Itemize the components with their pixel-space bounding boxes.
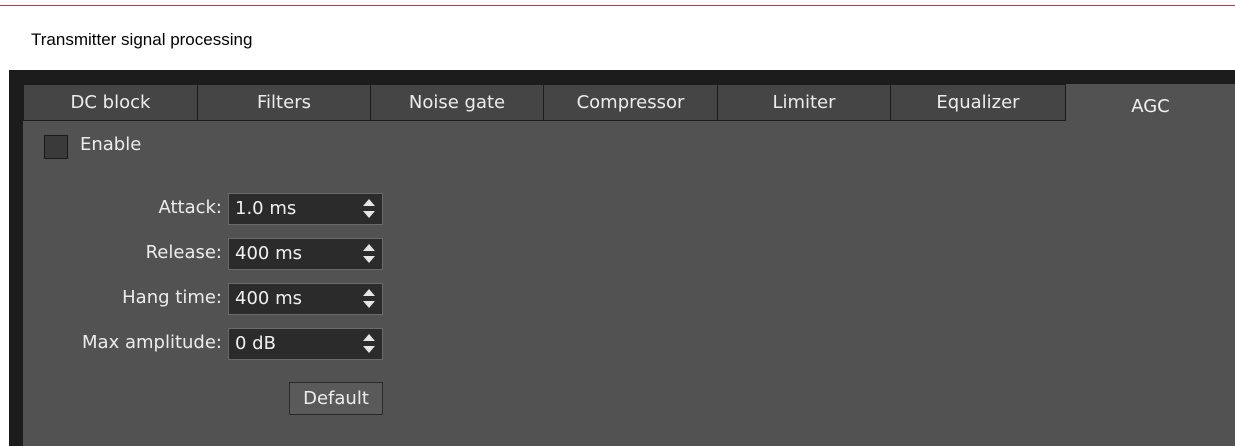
tab-filters[interactable]: Filters: [197, 84, 371, 121]
release-value: 400 ms: [235, 243, 302, 264]
enable-label[interactable]: Enable: [80, 134, 141, 155]
max-amplitude-value: 0 dB: [235, 333, 276, 354]
hang-time-value: 400 ms: [235, 288, 302, 309]
chevron-down-icon[interactable]: [363, 346, 375, 353]
attack-spinbox[interactable]: 1.0 ms: [228, 193, 383, 225]
hang-time-stepper[interactable]: [362, 287, 376, 311]
section-title: Transmitter signal processing: [31, 30, 253, 49]
tab-dc-block[interactable]: DC block: [23, 84, 198, 121]
agc-tab-content: Enable Attack: 1.0 ms Release: 400 ms Ha…: [23, 121, 1235, 446]
hang-time-label: Hang time:: [122, 287, 222, 308]
tab-limiter[interactable]: Limiter: [717, 84, 891, 121]
chevron-down-icon[interactable]: [363, 211, 375, 218]
max-amplitude-spinbox[interactable]: 0 dB: [228, 328, 383, 360]
chevron-up-icon[interactable]: [363, 289, 375, 296]
enable-checkbox[interactable]: [44, 135, 68, 159]
chevron-down-icon[interactable]: [363, 256, 375, 263]
release-spinbox[interactable]: 400 ms: [228, 238, 383, 270]
tab-bar: DC block Filters Noise gate Compressor L…: [23, 84, 1235, 124]
max-amplitude-stepper[interactable]: [362, 332, 376, 356]
tab-agc[interactable]: AGC: [1066, 84, 1235, 124]
chevron-down-icon[interactable]: [363, 301, 375, 308]
tab-compressor[interactable]: Compressor: [543, 84, 718, 121]
tab-equalizer[interactable]: Equalizer: [890, 84, 1066, 121]
chevron-up-icon[interactable]: [363, 244, 375, 251]
chevron-up-icon[interactable]: [363, 334, 375, 341]
release-stepper[interactable]: [362, 242, 376, 266]
attack-stepper[interactable]: [362, 197, 376, 221]
processing-panel: DC block Filters Noise gate Compressor L…: [9, 70, 1235, 446]
attack-value: 1.0 ms: [235, 198, 297, 219]
max-amplitude-label: Max amplitude:: [82, 332, 222, 353]
hang-time-spinbox[interactable]: 400 ms: [228, 283, 383, 315]
release-label: Release:: [145, 242, 222, 263]
top-divider: [0, 5, 1235, 6]
default-button[interactable]: Default: [289, 382, 383, 415]
tab-noise-gate[interactable]: Noise gate: [370, 84, 544, 121]
chevron-up-icon[interactable]: [363, 199, 375, 206]
attack-label: Attack:: [158, 197, 222, 218]
